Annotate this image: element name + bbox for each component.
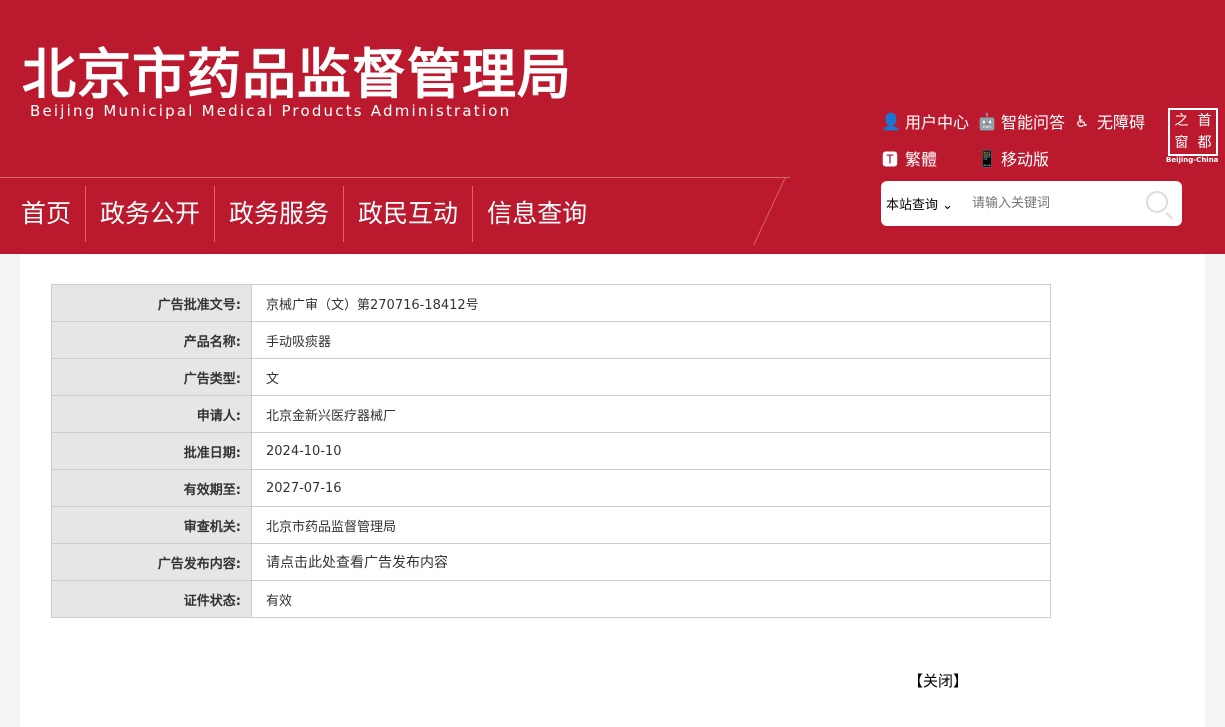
search-icon[interactable]: [1146, 191, 1168, 213]
main-nav: 首页 政务公开 政务服务 政民互动 信息查询: [0, 186, 601, 242]
nav-info-query[interactable]: 信息查询: [473, 186, 601, 242]
search-input[interactable]: [972, 196, 1132, 211]
table-row: 批准日期: 2024-10-10: [51, 432, 1051, 470]
field-label: 批准日期:: [51, 432, 252, 470]
nav-gov-open[interactable]: 政务公开: [86, 186, 216, 242]
field-value: 2024-10-10: [251, 432, 1051, 470]
user-center-link[interactable]: 👤 用户中心: [881, 109, 969, 133]
logo-caption: Beijing-China: [1166, 156, 1219, 164]
field-value[interactable]: 请点击此处查看广告发布内容: [251, 543, 1051, 581]
nav-home[interactable]: 首页: [0, 186, 87, 242]
field-value: 北京市药品监督管理局: [251, 506, 1051, 544]
table-row: 广告发布内容: 请点击此处查看广告发布内容: [51, 543, 1051, 581]
site-title-en: Beijing Municipal Medical Products Admin…: [30, 102, 512, 120]
ai-qa-link[interactable]: 🤖 智能问答: [977, 109, 1065, 133]
capital-window-logo[interactable]: 之首窗都: [1168, 108, 1218, 156]
chevron-down-icon: ⌄: [942, 198, 954, 213]
field-value: 北京金新兴医疗器械厂: [251, 395, 1051, 433]
field-value: 文: [251, 358, 1051, 396]
table-row: 申请人: 北京金新兴医疗器械厂: [51, 395, 1051, 433]
accessibility-link[interactable]: ♿ 无障碍: [1073, 109, 1145, 133]
phone-icon: 📱: [977, 148, 997, 168]
table-row: 证件状态: 有效: [51, 580, 1051, 618]
field-value: 手动吸痰器: [251, 321, 1051, 359]
field-label: 有效期至:: [51, 469, 252, 507]
header: 北京市药品监督管理局 Beijing Municipal Medical Pro…: [0, 0, 1225, 254]
search-scope-select[interactable]: 本站查询 ⌄: [881, 194, 969, 213]
ad-detail-table: 广告批准文号: 京械广审（文）第270716-18412号 产品名称: 手动吸痰器 广告…: [51, 284, 1051, 618]
field-value: 京械广审（文）第270716-18412号: [251, 284, 1051, 322]
table-row: 有效期至: 2027-07-16: [51, 469, 1051, 507]
field-label: 广告发布内容:: [51, 543, 252, 581]
traditional-link[interactable]: 🆃 繁體: [881, 146, 937, 170]
site-title[interactable]: 北京市药品监督管理局: [22, 30, 572, 109]
table-row: 审查机关: 北京市药品监督管理局: [51, 506, 1051, 544]
wheelchair-icon: ♿: [1074, 111, 1090, 131]
field-label: 广告批准文号:: [51, 284, 252, 322]
main-content: 广告批准文号: 京械广审（文）第270716-18412号 产品名称: 手动吸痰器 广告…: [20, 254, 1205, 727]
field-label: 广告类型:: [51, 358, 252, 396]
mobile-link[interactable]: 📱 移动版: [977, 146, 1049, 170]
user-icon: 👤: [881, 111, 901, 131]
field-label: 证件状态:: [51, 580, 252, 618]
field-value: 2027-07-16: [251, 469, 1051, 507]
table-row: 产品名称: 手动吸痰器: [51, 321, 1051, 359]
table-row: 广告类型: 文: [51, 358, 1051, 396]
divider: [0, 177, 790, 178]
nav-interaction[interactable]: 政民互动: [344, 186, 474, 242]
field-label: 产品名称:: [51, 321, 252, 359]
table-row: 广告批准文号: 京械广审（文）第270716-18412号: [51, 284, 1051, 322]
nav-gov-service[interactable]: 政务服务: [215, 186, 345, 242]
divider: [753, 177, 786, 245]
robot-icon: 🤖: [977, 111, 997, 131]
field-label: 申请人:: [51, 395, 252, 433]
search-bar: 本站查询 ⌄: [881, 181, 1182, 226]
field-value: 有效: [251, 580, 1051, 618]
text-t-icon: 🆃: [881, 150, 898, 169]
field-label: 审查机关:: [51, 506, 252, 544]
close-button[interactable]: 【关闭】: [908, 670, 968, 691]
